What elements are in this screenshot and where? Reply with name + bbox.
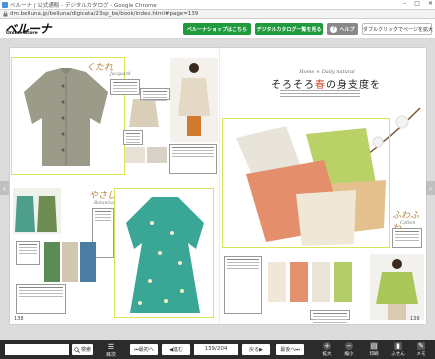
viewer-header: ベルーナ Online Store ベルーナショップはこちら デジタルカタログ一… [0,19,435,39]
help-icon: ? [330,25,338,33]
close-icon[interactable]: ✕ [428,0,433,7]
pencil-icon: ✎ [417,342,425,350]
index-button[interactable]: ☰ 目次 [99,342,123,358]
last-page-label: 最後へ [280,347,296,353]
sweater-color-variants-photo [268,262,352,302]
catalog-list-button[interactable]: デジタルカタログ一覧を見る [255,23,323,35]
help-label: ヘルプ [339,26,355,33]
minus-icon: − [345,342,353,350]
print-label: 印刷 [369,352,379,357]
double-click-zoom-button[interactable]: ダブルクリックでページを拡大 [362,23,433,35]
prev-page-icon: ▶ [259,346,263,353]
memo-label: メモ [416,352,426,357]
prev-page-button[interactable]: 戻る ▶ [242,344,270,355]
url-text[interactable]: dm.belluna.jp/belluna/digicata/23sp_be/b… [10,11,198,17]
last-page-icon: ⏭ [295,346,300,353]
lock-icon [3,11,8,17]
zoom-out-label: 縮小 [344,352,354,357]
search-label: 検索 [80,347,91,353]
bookmark-label: ふせん [391,352,405,357]
plus-icon: + [323,342,331,350]
last-page-button[interactable]: 最後へ ⏭ [276,344,304,355]
cardigan-photo [24,68,108,166]
belluna-logo[interactable]: ベルーナ Online Store [5,20,53,37]
previous-page-arrow-icon[interactable]: ‹ [0,181,9,195]
zoom-out-button[interactable]: − 縮小 [339,342,359,358]
next-page-button[interactable]: ◀ 進む [162,344,190,355]
address-bar[interactable]: dm.belluna.jp/belluna/digicata/23sp_be/b… [0,10,435,19]
shop-link-button[interactable]: ベルーナショップはこちら [183,23,251,35]
window-controls: – □ ✕ [403,0,433,7]
bottom-toolbar: 検索 ☰ 目次 ⏮ 最初へ ◀ 進む 139/204 戻る ▶ 最後へ ⏭ + … [0,340,435,359]
detail-photo-1 [125,147,145,163]
swatch-table [16,241,40,265]
logo-sub: Online Store [6,31,38,36]
help-button[interactable]: ? ヘルプ [327,23,358,35]
bookmark-icon: ▮ [394,342,402,350]
page-number-field[interactable]: 139/204 [194,344,238,355]
prev-page-label: 戻る [249,347,260,353]
index-icon: ☰ [107,342,115,351]
index-label: 目次 [105,351,116,358]
label-cotton: Cotton [400,221,416,226]
model-green-sweater-photo [370,254,424,320]
print-button[interactable]: ▤ 印刷 [364,342,384,358]
catalog-page-left[interactable]: くたれ Jacquard やさし Botanical 138 [10,48,220,324]
headline-body-text [280,90,360,102]
label-jacquard: Jacquard [110,72,131,77]
page-number-right: 139 [410,316,420,322]
zoom-in-label: 拡大 [322,352,332,357]
script-title-2: やさし [89,191,117,201]
zoom-in-button[interactable]: + 拡大 [317,342,337,358]
search-icon [74,346,80,353]
label-botanical: Botanical [94,201,116,206]
headline-english: Home × Daily natural [299,69,355,75]
product-description-2 [140,88,170,100]
detail-photo-2 [147,147,167,163]
botanical-dress-photo [126,197,204,313]
order-table-2 [16,284,66,314]
order-table-1 [169,144,217,174]
next-page-arrow-icon[interactable]: › [426,181,435,195]
script-title-1: くたれ [86,63,114,73]
double-click-label: ダブルクリックでページを拡大 [363,26,433,33]
maximize-icon[interactable]: □ [414,0,420,7]
product-description-4 [392,228,422,248]
minimize-icon[interactable]: – [403,0,406,7]
memo-button[interactable]: ✎ メモ [411,342,431,358]
first-page-button[interactable]: ⏮ 最初へ [130,344,158,355]
size-chart-1 [123,130,143,145]
floral-dress-photos [13,188,61,234]
site-favicon-icon [2,2,8,8]
window-titlebar: ベルーナ | 公式通販 - デジタルカタログ - Google Chrome –… [0,0,435,10]
next-page-label: 進む [172,347,183,353]
window-title: ベルーナ | 公式通販 - デジタルカタログ - Google Chrome [10,3,157,9]
bookmark-button[interactable]: ▮ ふせん [388,342,408,358]
search-input[interactable] [5,344,69,355]
first-page-label: 最初へ [138,347,154,353]
headline: そろそろ春の身支度を [256,76,396,91]
model-photo-top [170,58,218,142]
search-button[interactable]: 検索 [72,344,93,355]
dress-variant-photos [44,242,96,282]
page-number-left: 138 [14,316,24,322]
printer-icon: ▤ [370,342,378,350]
folded-sweaters-photo [236,126,386,246]
order-table-3 [224,256,262,314]
price-row [310,310,350,320]
catalog-page-right[interactable]: Home × Daily natural そろそろ春の身支度を ふわふわ Cot… [220,48,426,324]
